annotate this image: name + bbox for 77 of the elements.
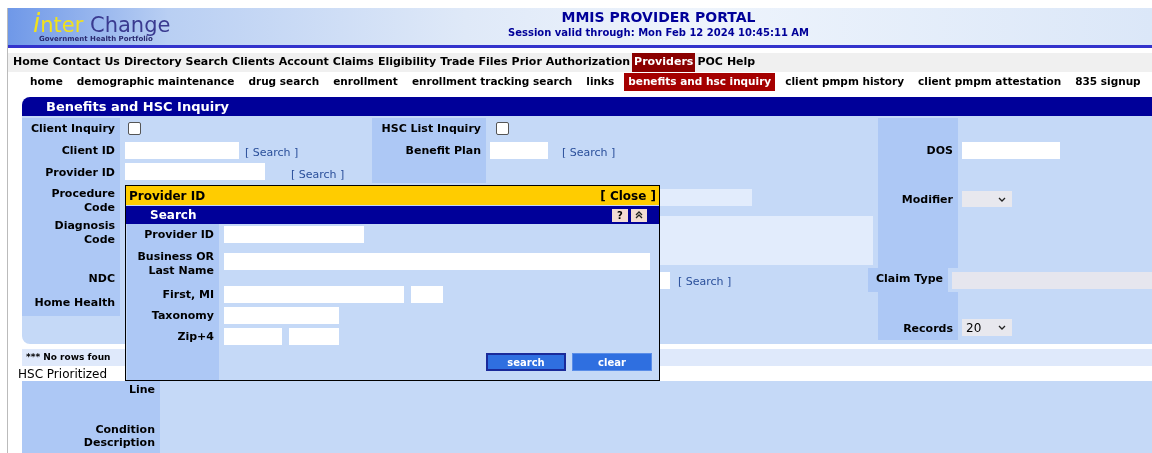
submenu-item[interactable]: client pmpm attestation xyxy=(914,73,1066,91)
menu-item[interactable]: POC xyxy=(695,53,725,72)
section-label: HSC Prioritized xyxy=(18,366,108,383)
checkbox[interactable] xyxy=(496,122,509,135)
diagnosis-textarea[interactable] xyxy=(660,216,873,265)
search-link[interactable]: [ Search ] xyxy=(678,275,732,288)
field-label: First, MI xyxy=(162,288,214,303)
menu-item[interactable]: Providers xyxy=(632,53,696,72)
search-link[interactable]: [ Search ] xyxy=(245,146,299,159)
input-field[interactable] xyxy=(660,272,670,289)
close-link[interactable]: [ Close ] xyxy=(600,186,656,205)
menu-item[interactable]: Claims xyxy=(330,53,376,72)
menu-item[interactable]: Account xyxy=(276,53,331,72)
menu-item[interactable]: Trade Files xyxy=(438,53,510,72)
input-field[interactable] xyxy=(125,163,265,180)
menu-item[interactable]: Directory Search xyxy=(121,53,231,72)
field-label: Home Health xyxy=(34,296,115,310)
chevron-icon xyxy=(998,196,1006,202)
field-label: Zip+4 xyxy=(177,330,214,345)
field-label: Client ID xyxy=(61,144,115,158)
records-select[interactable]: 20 xyxy=(962,319,1012,336)
submenu-item[interactable]: 835 signup xyxy=(1071,73,1145,91)
field-label: Condition Description xyxy=(82,423,155,449)
field-label: Taxonomy xyxy=(151,309,214,324)
search-link[interactable]: [ Search ] xyxy=(291,168,345,181)
submenu-item[interactable]: benefits and hsc inquiry xyxy=(624,73,776,91)
input-field[interactable] xyxy=(490,142,548,159)
input-field[interactable] xyxy=(224,307,339,324)
collapse-icon[interactable] xyxy=(631,208,647,222)
submenu-item[interactable]: demographic maintenance xyxy=(72,73,239,91)
clear-button[interactable]: clear xyxy=(572,353,652,371)
help-button[interactable]: ? xyxy=(612,208,628,222)
field-label: Provider ID xyxy=(45,166,115,180)
field-label: Business OR Last Name xyxy=(136,250,214,279)
field-label: Claim Type xyxy=(875,272,943,286)
menu-item[interactable]: Clients xyxy=(230,53,277,72)
input-field[interactable] xyxy=(224,253,650,270)
field-label: Diagnosis Code xyxy=(53,219,115,247)
search-link[interactable]: [ Search ] xyxy=(562,146,616,159)
submenu-item[interactable]: drug search xyxy=(244,73,324,91)
submenu-item[interactable]: enrollment tracking search xyxy=(407,73,577,91)
input-field[interactable] xyxy=(224,226,364,243)
menu-item[interactable]: Contact Us xyxy=(50,53,122,72)
search-button[interactable]: search xyxy=(486,353,566,371)
field-label: Line xyxy=(128,383,155,397)
submenu-item[interactable]: enrollment xyxy=(329,73,402,91)
field-label: Modifier xyxy=(901,193,953,207)
checkbox[interactable] xyxy=(128,122,141,135)
input-field[interactable] xyxy=(125,142,239,159)
input-field[interactable] xyxy=(224,328,282,345)
menu-item[interactable]: Help xyxy=(724,53,758,72)
field-label: DOS xyxy=(926,144,953,158)
no-rows-message: *** No rows foun xyxy=(26,350,111,364)
input-field[interactable] xyxy=(411,286,443,303)
field-label: Procedure Code xyxy=(50,187,115,215)
search-title-bar: Search ? xyxy=(126,206,659,224)
field-label: NDC xyxy=(88,272,115,286)
input-field[interactable] xyxy=(289,328,339,345)
submenu-item[interactable]: home xyxy=(26,73,67,91)
field-label: HSC List Inquiry xyxy=(381,122,481,137)
chevron-icon xyxy=(998,325,1006,330)
menu-item[interactable]: Home xyxy=(11,53,51,72)
modifier-select[interactable] xyxy=(962,191,1012,207)
input-field[interactable] xyxy=(962,142,1060,159)
field-label: Client Inquiry xyxy=(31,122,115,136)
menu-item[interactable]: Prior Authorization xyxy=(509,53,633,72)
portal-title: MMIS PROVIDER PORTAL xyxy=(561,9,756,26)
field-label: Benefit Plan xyxy=(405,144,481,159)
popup-title: Provider ID xyxy=(129,187,206,205)
menu-item[interactable]: Eligibility xyxy=(375,53,439,72)
field-label: Records xyxy=(903,322,953,336)
field-label: Provider ID xyxy=(144,228,214,243)
submenu-item[interactable]: links xyxy=(582,73,619,91)
session-text: Session valid through: Mon Feb 12 2024 10:45:11 AM xyxy=(508,26,810,39)
panel-title: Benefits and HSC Inquiry xyxy=(22,97,1152,116)
submenu-item[interactable]: client pmpm history xyxy=(781,73,909,91)
input-field[interactable] xyxy=(224,286,404,303)
